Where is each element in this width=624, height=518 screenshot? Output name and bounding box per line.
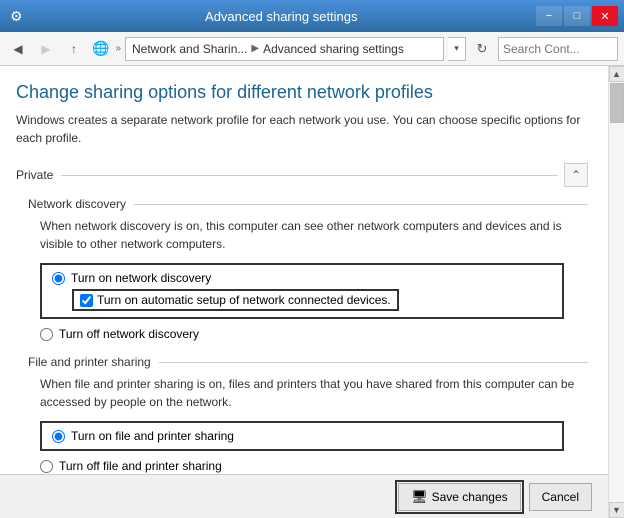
up-button[interactable]: ↑ bbox=[62, 37, 86, 61]
window-title: Advanced sharing settings bbox=[27, 9, 536, 24]
network-discovery-line bbox=[134, 204, 588, 205]
network-discovery-on-label[interactable]: Turn on network discovery bbox=[71, 271, 211, 285]
page-description: Windows creates a separate network profi… bbox=[16, 111, 588, 147]
file-printer-off-label[interactable]: Turn off file and printer sharing bbox=[59, 459, 222, 473]
window-controls: − □ ✕ bbox=[536, 6, 618, 26]
search-box: 🔍 bbox=[498, 37, 618, 61]
forward-button[interactable]: ▶ bbox=[34, 37, 58, 61]
breadcrumb-separator1: » bbox=[115, 43, 121, 54]
close-button[interactable]: ✕ bbox=[592, 6, 618, 26]
file-printer-options-box: Turn on file and printer sharing bbox=[40, 421, 564, 451]
breadcrumb-part2: Advanced sharing settings bbox=[263, 42, 404, 56]
network-discovery-label: Network discovery bbox=[28, 197, 126, 211]
file-printer-off-option: Turn off file and printer sharing bbox=[40, 459, 564, 473]
maximize-button[interactable]: □ bbox=[564, 6, 590, 26]
save-changes-label: Save changes bbox=[432, 490, 508, 504]
network-discovery-off-option: Turn off network discovery bbox=[40, 327, 564, 341]
main-content: Change sharing options for different net… bbox=[0, 66, 624, 518]
breadcrumb-dropdown-button[interactable]: ▾ bbox=[448, 37, 466, 61]
private-section-line bbox=[61, 175, 558, 176]
private-section-collapse-button[interactable]: ⌃ bbox=[564, 163, 588, 187]
private-section-label: Private bbox=[16, 168, 53, 182]
file-printer-header: File and printer sharing bbox=[28, 355, 588, 369]
network-discovery-off-label[interactable]: Turn off network discovery bbox=[59, 327, 199, 341]
network-discovery-auto-checkbox-box: Turn on automatic setup of network conne… bbox=[72, 289, 399, 311]
network-discovery-description: When network discovery is on, this compu… bbox=[40, 217, 588, 253]
network-discovery-options-box: Turn on network discovery Turn on automa… bbox=[40, 263, 564, 319]
breadcrumb-arrow: ▶ bbox=[251, 43, 259, 54]
network-discovery-auto-label[interactable]: Turn on automatic setup of network conne… bbox=[97, 293, 391, 307]
file-printer-label: File and printer sharing bbox=[28, 355, 151, 369]
file-printer-on-radio[interactable] bbox=[52, 430, 65, 443]
network-discovery-auto-option: Turn on automatic setup of network conne… bbox=[72, 289, 552, 311]
refresh-button[interactable]: ↻ bbox=[470, 37, 494, 61]
network-discovery-on-radio[interactable] bbox=[52, 272, 65, 285]
back-button[interactable]: ◀ bbox=[6, 37, 30, 61]
file-printer-on-option: Turn on file and printer sharing bbox=[52, 429, 552, 443]
scrollbar: ▲ ▼ bbox=[608, 66, 624, 518]
network-discovery-header: Network discovery bbox=[28, 197, 588, 211]
minimize-button[interactable]: − bbox=[536, 6, 562, 26]
nav-icon: 🌐 bbox=[92, 40, 109, 57]
scroll-down-arrow[interactable]: ▼ bbox=[609, 502, 624, 518]
search-input[interactable] bbox=[503, 42, 624, 56]
network-discovery-auto-checkbox[interactable] bbox=[80, 294, 93, 307]
scroll-track[interactable] bbox=[609, 82, 624, 502]
network-discovery-off-radio[interactable] bbox=[40, 328, 53, 341]
file-printer-line bbox=[159, 362, 588, 363]
scroll-up-arrow[interactable]: ▲ bbox=[609, 66, 624, 82]
address-bar: ◀ ▶ ↑ 🌐 » Network and Sharin... ▶ Advanc… bbox=[0, 32, 624, 66]
private-section-header: Private ⌃ bbox=[16, 163, 588, 187]
breadcrumb-part1: Network and Sharin... bbox=[132, 42, 247, 56]
app-icon: ⚙ bbox=[10, 8, 23, 25]
content-area: Change sharing options for different net… bbox=[0, 66, 608, 518]
scroll-thumb[interactable] bbox=[610, 83, 624, 123]
bottom-bar: 🖥 Save changes Cancel bbox=[0, 474, 608, 518]
save-icon: 🖥 bbox=[411, 489, 428, 505]
file-printer-description: When file and printer sharing is on, fil… bbox=[40, 375, 588, 411]
network-discovery-on-option: Turn on network discovery bbox=[52, 271, 552, 285]
file-printer-off-radio[interactable] bbox=[40, 460, 53, 473]
page-title: Change sharing options for different net… bbox=[16, 82, 588, 103]
cancel-button[interactable]: Cancel bbox=[529, 483, 592, 511]
file-printer-on-label[interactable]: Turn on file and printer sharing bbox=[71, 429, 234, 443]
save-changes-button[interactable]: 🖥 Save changes bbox=[398, 483, 521, 511]
title-bar: ⚙ Advanced sharing settings − □ ✕ bbox=[0, 0, 624, 32]
breadcrumb[interactable]: Network and Sharin... ▶ Advanced sharing… bbox=[125, 37, 444, 61]
